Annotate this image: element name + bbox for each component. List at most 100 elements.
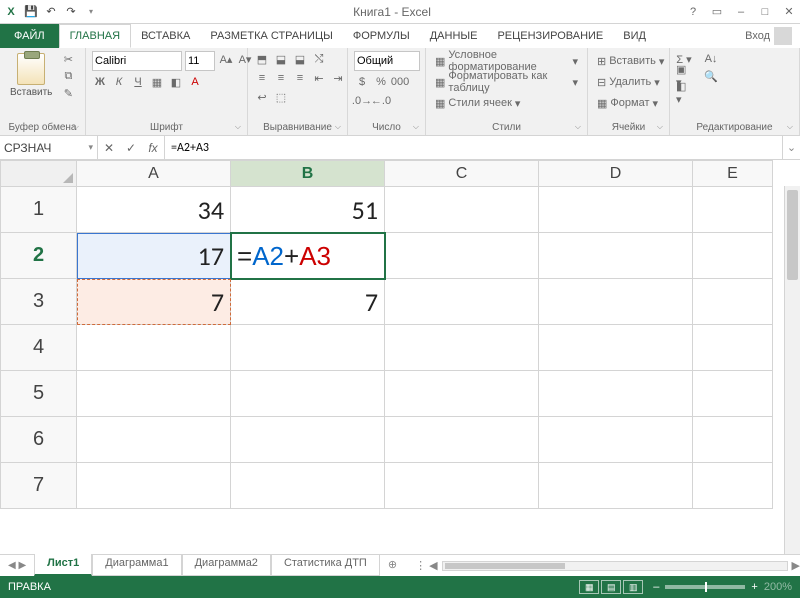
maximize-icon[interactable]: □ <box>758 6 772 18</box>
sort-filter-icon[interactable]: A↓ <box>703 51 719 67</box>
tab-page-layout[interactable]: РАЗМЕТКА СТРАНИЦЫ <box>200 24 342 48</box>
cell-B4[interactable] <box>231 325 385 371</box>
help-icon[interactable]: ? <box>686 6 700 18</box>
zoom-level[interactable]: 200% <box>764 581 792 593</box>
conditional-formatting-button[interactable]: ▦ Условное форматирование ▾ <box>432 51 581 71</box>
paste-button[interactable]: Вставить <box>6 51 56 100</box>
cell-A2[interactable]: 17 <box>77 233 231 279</box>
cell-B7[interactable] <box>231 463 385 509</box>
col-header-D[interactable]: D <box>539 161 693 187</box>
cell-E2[interactable] <box>693 233 773 279</box>
cell-styles-button[interactable]: ▦ Стили ячеек ▾ <box>432 93 523 113</box>
indent-decrease-icon[interactable]: ⇤ <box>311 70 327 86</box>
cell-C4[interactable] <box>385 325 539 371</box>
cell-D6[interactable] <box>539 417 693 463</box>
sign-in[interactable]: Вход <box>737 24 800 48</box>
sheet-tab-1[interactable]: Лист1 <box>34 554 92 576</box>
cell-E6[interactable] <box>693 417 773 463</box>
sheet-tab-2[interactable]: Диаграмма1 <box>92 554 181 576</box>
cell-D1[interactable] <box>539 187 693 233</box>
align-top-icon[interactable]: ⬒ <box>254 51 270 67</box>
cell-A7[interactable] <box>77 463 231 509</box>
cell-C1[interactable] <box>385 187 539 233</box>
col-header-E[interactable]: E <box>693 161 773 187</box>
cell-E5[interactable] <box>693 371 773 417</box>
enter-formula-icon[interactable]: ✓ <box>120 141 142 155</box>
qat-dropdown-icon[interactable]: ▾ <box>84 5 98 19</box>
align-right-icon[interactable]: ≡ <box>292 70 308 86</box>
cell-C6[interactable] <box>385 417 539 463</box>
cell-A4[interactable] <box>77 325 231 371</box>
delete-cells-button[interactable]: ⊟ Удалить ▾ <box>594 72 663 92</box>
align-bottom-icon[interactable]: ⬓ <box>292 51 308 67</box>
italic-button[interactable]: К <box>111 74 127 90</box>
zoom-in-icon[interactable]: + <box>751 581 757 593</box>
format-painter-icon[interactable]: ✎ <box>60 85 76 101</box>
col-header-A[interactable]: A <box>77 161 231 187</box>
zoom-controls[interactable]: – + 200% <box>653 581 792 593</box>
normal-view-icon[interactable]: ▦ <box>579 580 599 594</box>
tab-insert[interactable]: ВСТАВКА <box>131 24 200 48</box>
save-icon[interactable]: 💾 <box>24 5 38 19</box>
row-header-4[interactable]: 4 <box>1 325 77 371</box>
decrease-decimal-icon[interactable]: ←.0 <box>373 93 389 109</box>
percent-icon[interactable]: % <box>373 74 389 90</box>
name-box[interactable]: СРЗНАЧ <box>0 136 98 159</box>
cell-E1[interactable] <box>693 187 773 233</box>
number-format-combo[interactable] <box>354 51 420 71</box>
clear-icon[interactable]: ◧ ▾ <box>676 85 692 101</box>
tab-review[interactable]: РЕЦЕНЗИРОВАНИЕ <box>487 24 613 48</box>
sheet-tab-3[interactable]: Диаграмма2 <box>182 554 271 576</box>
cell-A1[interactable]: 34 <box>77 187 231 233</box>
cell-B1[interactable]: 51 <box>231 187 385 233</box>
close-icon[interactable]: ✕ <box>782 5 796 18</box>
font-color-icon[interactable]: A <box>187 74 203 90</box>
minimize-icon[interactable]: – <box>734 6 748 18</box>
sheet-tab-4[interactable]: Статистика ДТП <box>271 554 380 576</box>
col-header-B[interactable]: B <box>231 161 385 187</box>
row-header-3[interactable]: 3 <box>1 279 77 325</box>
view-switcher[interactable]: ▦ ▤ ▥ <box>579 580 643 594</box>
sheet-nav[interactable]: ◀ ▶ <box>0 555 34 576</box>
zoom-slider[interactable] <box>665 585 745 589</box>
ribbon-options-icon[interactable]: ▭ <box>710 5 724 18</box>
tab-data[interactable]: ДАННЫЕ <box>420 24 488 48</box>
page-layout-view-icon[interactable]: ▤ <box>601 580 621 594</box>
cell-D4[interactable] <box>539 325 693 371</box>
cell-D2[interactable] <box>539 233 693 279</box>
cell-A3[interactable]: 7 <box>77 279 231 325</box>
cell-B6[interactable] <box>231 417 385 463</box>
cell-B5[interactable] <box>231 371 385 417</box>
redo-icon[interactable]: ↷ <box>64 5 78 19</box>
cell-E3[interactable] <box>693 279 773 325</box>
expand-formula-bar-icon[interactable]: ⌄ <box>782 136 800 159</box>
page-break-view-icon[interactable]: ▥ <box>623 580 643 594</box>
border-icon[interactable]: ▦ <box>149 74 165 90</box>
cell-A5[interactable] <box>77 371 231 417</box>
font-size-combo[interactable] <box>185 51 215 71</box>
orientation-icon[interactable]: ⤭ <box>311 51 327 67</box>
copy-icon[interactable]: ⧉ <box>60 68 76 84</box>
horizontal-scrollbar[interactable]: ⋮ ◀▶ <box>405 555 800 576</box>
underline-button[interactable]: Ч <box>130 74 146 90</box>
col-header-C[interactable]: C <box>385 161 539 187</box>
cell-C5[interactable] <box>385 371 539 417</box>
select-all-corner[interactable] <box>1 161 77 187</box>
tab-formulas[interactable]: ФОРМУЛЫ <box>343 24 420 48</box>
cell-E7[interactable] <box>693 463 773 509</box>
cell-A6[interactable] <box>77 417 231 463</box>
cell-B2[interactable]: =A2+A3 <box>231 233 385 279</box>
row-header-2[interactable]: 2 <box>1 233 77 279</box>
cell-B3[interactable]: 7 <box>231 279 385 325</box>
row-header-5[interactable]: 5 <box>1 371 77 417</box>
zoom-out-icon[interactable]: – <box>653 581 659 593</box>
row-header-7[interactable]: 7 <box>1 463 77 509</box>
indent-increase-icon[interactable]: ⇥ <box>330 70 346 86</box>
font-name-combo[interactable] <box>92 51 182 71</box>
wrap-text-icon[interactable]: ↩ <box>254 89 270 105</box>
cell-D7[interactable] <box>539 463 693 509</box>
align-middle-icon[interactable]: ⬓ <box>273 51 289 67</box>
cancel-formula-icon[interactable]: ✕ <box>98 141 120 155</box>
format-as-table-button[interactable]: ▦ Форматировать как таблицу ▾ <box>432 72 581 92</box>
row-header-6[interactable]: 6 <box>1 417 77 463</box>
